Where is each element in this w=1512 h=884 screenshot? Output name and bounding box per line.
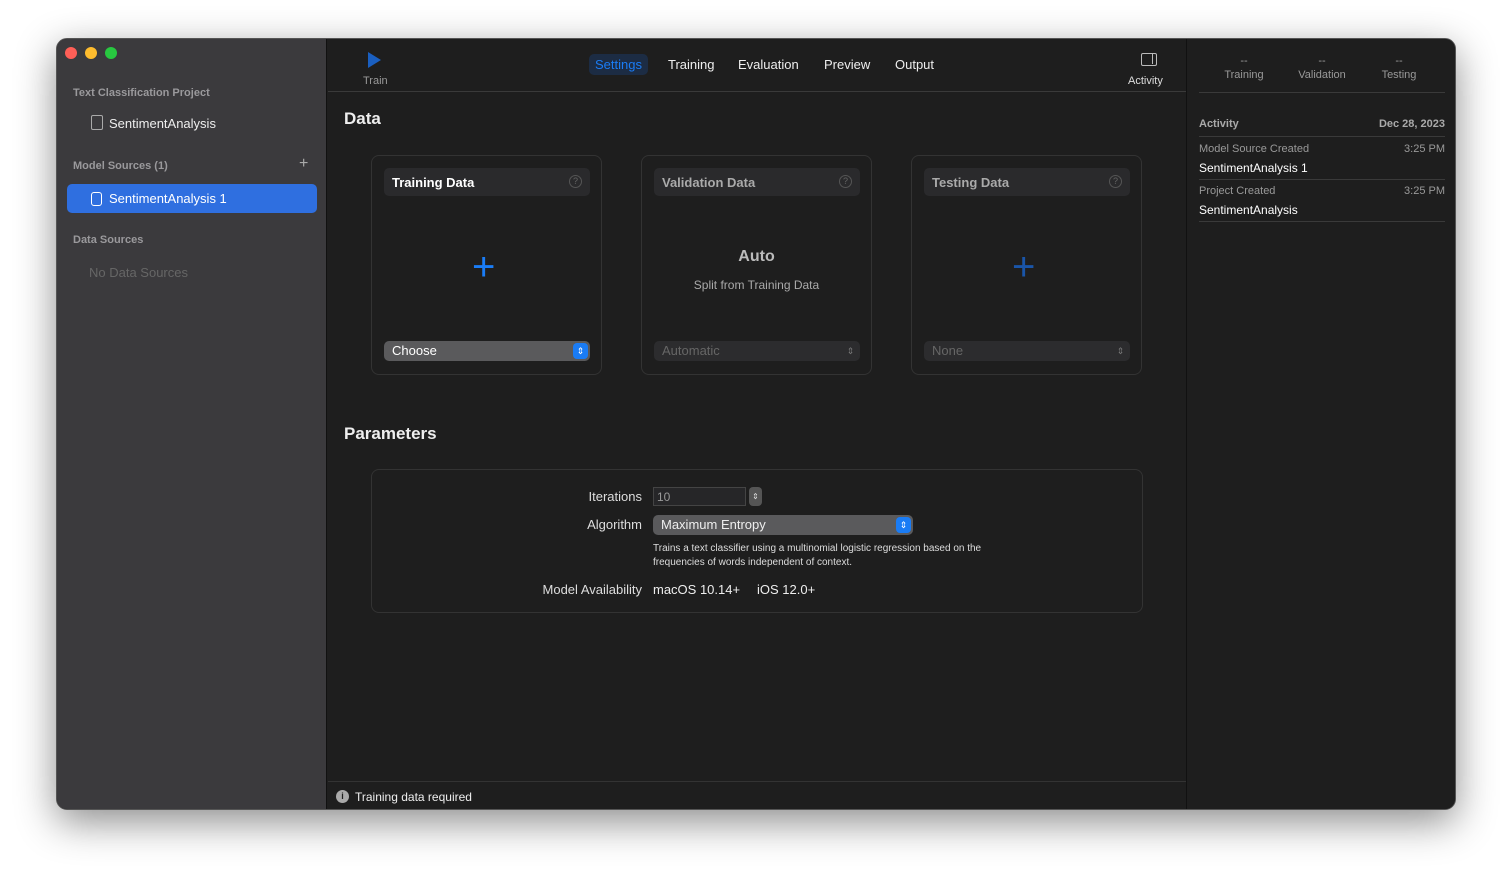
status-message: Training data required (355, 790, 472, 804)
training-data-header: Training Data? (384, 168, 590, 196)
validation-data-title: Validation Data (662, 175, 756, 190)
toolbar-divider (328, 91, 1186, 92)
tab-settings[interactable]: Settings (589, 54, 648, 75)
training-data-card: Training Data? + Choose ⇕ (371, 155, 602, 375)
validation-data-select: Automatic ⇕ (654, 341, 860, 361)
sidebar-toggle-icon[interactable] (1141, 53, 1157, 66)
plus-icon[interactable]: + (299, 155, 308, 173)
train-button[interactable]: Train (363, 75, 388, 87)
minimize-button[interactable] (85, 47, 97, 59)
section-data-sources: Data Sources (73, 234, 144, 246)
model-source-icon (91, 192, 102, 206)
add-testing-data-icon[interactable]: + (1012, 247, 1035, 287)
iterations-label: Iterations (588, 489, 642, 504)
iterations-input[interactable]: 10 (653, 487, 746, 506)
activity-entry: Model Source Created 3:25 PM SentimentAn… (1199, 143, 1445, 175)
chevron-updown-icon: ⇕ (896, 517, 911, 533)
auto-label: Auto (738, 248, 775, 265)
availability-ios: iOS 12.0+ (757, 582, 816, 597)
play-icon[interactable] (368, 52, 381, 68)
sidebar: Text Classification Project SentimentAna… (57, 39, 327, 809)
status-bar: i Training data required (328, 781, 1186, 809)
availability-macos: macOS 10.14+ (653, 582, 741, 597)
tab-preview[interactable]: Preview (818, 54, 876, 75)
model-source-label: SentimentAnalysis 1 (109, 191, 227, 206)
data-heading: Data (344, 109, 381, 128)
chevron-updown-icon: ⇕ (573, 343, 588, 359)
add-training-data-icon[interactable]: + (472, 247, 495, 287)
training-data-select[interactable]: Choose ⇕ (384, 341, 590, 361)
chevron-updown-icon: ⇕ (1116, 346, 1125, 356)
availability-label: Model Availability (542, 582, 642, 597)
tab-training[interactable]: Training (662, 54, 720, 75)
info-icon: i (336, 790, 349, 803)
activity-title: Activity (1199, 118, 1239, 130)
validation-data-header: Validation Data? (654, 168, 860, 196)
chevron-updown-icon: ⇕ (846, 346, 855, 356)
algorithm-label: Algorithm (587, 517, 642, 532)
split-label: Split from Training Data (693, 278, 820, 292)
testing-data-title: Testing Data (932, 175, 1010, 190)
testing-data-header: Testing Data? (924, 168, 1130, 196)
validation-data-card: Validation Data? Auto Split from Trainin… (641, 155, 872, 375)
zoom-button[interactable] (105, 47, 117, 59)
algorithm-description: Trains a text classifier using a multino… (653, 543, 982, 568)
parameters-card: Iterations 10 ⇕ Algorithm Maximum Entrop… (371, 469, 1143, 613)
help-icon[interactable]: ? (569, 175, 582, 188)
document-icon (91, 115, 103, 130)
activity-date: Dec 28, 2023 (1378, 118, 1445, 130)
app-window: Text Classification Project SentimentAna… (56, 38, 1456, 810)
iterations-stepper[interactable]: ⇕ (749, 487, 762, 506)
metric-training: -- Training (1224, 55, 1264, 81)
main-content: Train Settings Training Evaluation Previ… (328, 39, 1186, 809)
activity-button[interactable]: Activity (1128, 75, 1163, 87)
sidebar-item-model-source[interactable]: SentimentAnalysis 1 (67, 184, 317, 213)
section-project: Text Classification Project (73, 87, 210, 99)
algorithm-select[interactable]: Maximum Entropy ⇕ (653, 515, 913, 535)
metrics-summary: -- Training -- Validation -- Testing (1199, 55, 1445, 91)
testing-data-select[interactable]: None ⇕ (924, 341, 1130, 361)
no-data-sources: No Data Sources (89, 265, 188, 280)
testing-data-card: Testing Data? + None ⇕ (911, 155, 1142, 375)
section-model-sources: Model Sources (1) (73, 160, 168, 172)
sidebar-item-project[interactable]: SentimentAnalysis (109, 116, 216, 131)
close-button[interactable] (65, 47, 77, 59)
training-data-title: Training Data (392, 175, 475, 190)
parameters-heading: Parameters (344, 424, 437, 443)
help-icon[interactable]: ? (1109, 175, 1122, 188)
activity-panel: -- Training -- Validation -- Testing Activi… (1186, 39, 1455, 809)
metric-testing: -- Testing (1381, 55, 1417, 81)
tab-output[interactable]: Output (889, 54, 940, 75)
help-icon[interactable]: ? (839, 175, 852, 188)
tab-evaluation[interactable]: Evaluation (732, 54, 805, 75)
activity-entry: Project Created 3:25 PM SentimentAnalysi… (1199, 185, 1445, 217)
